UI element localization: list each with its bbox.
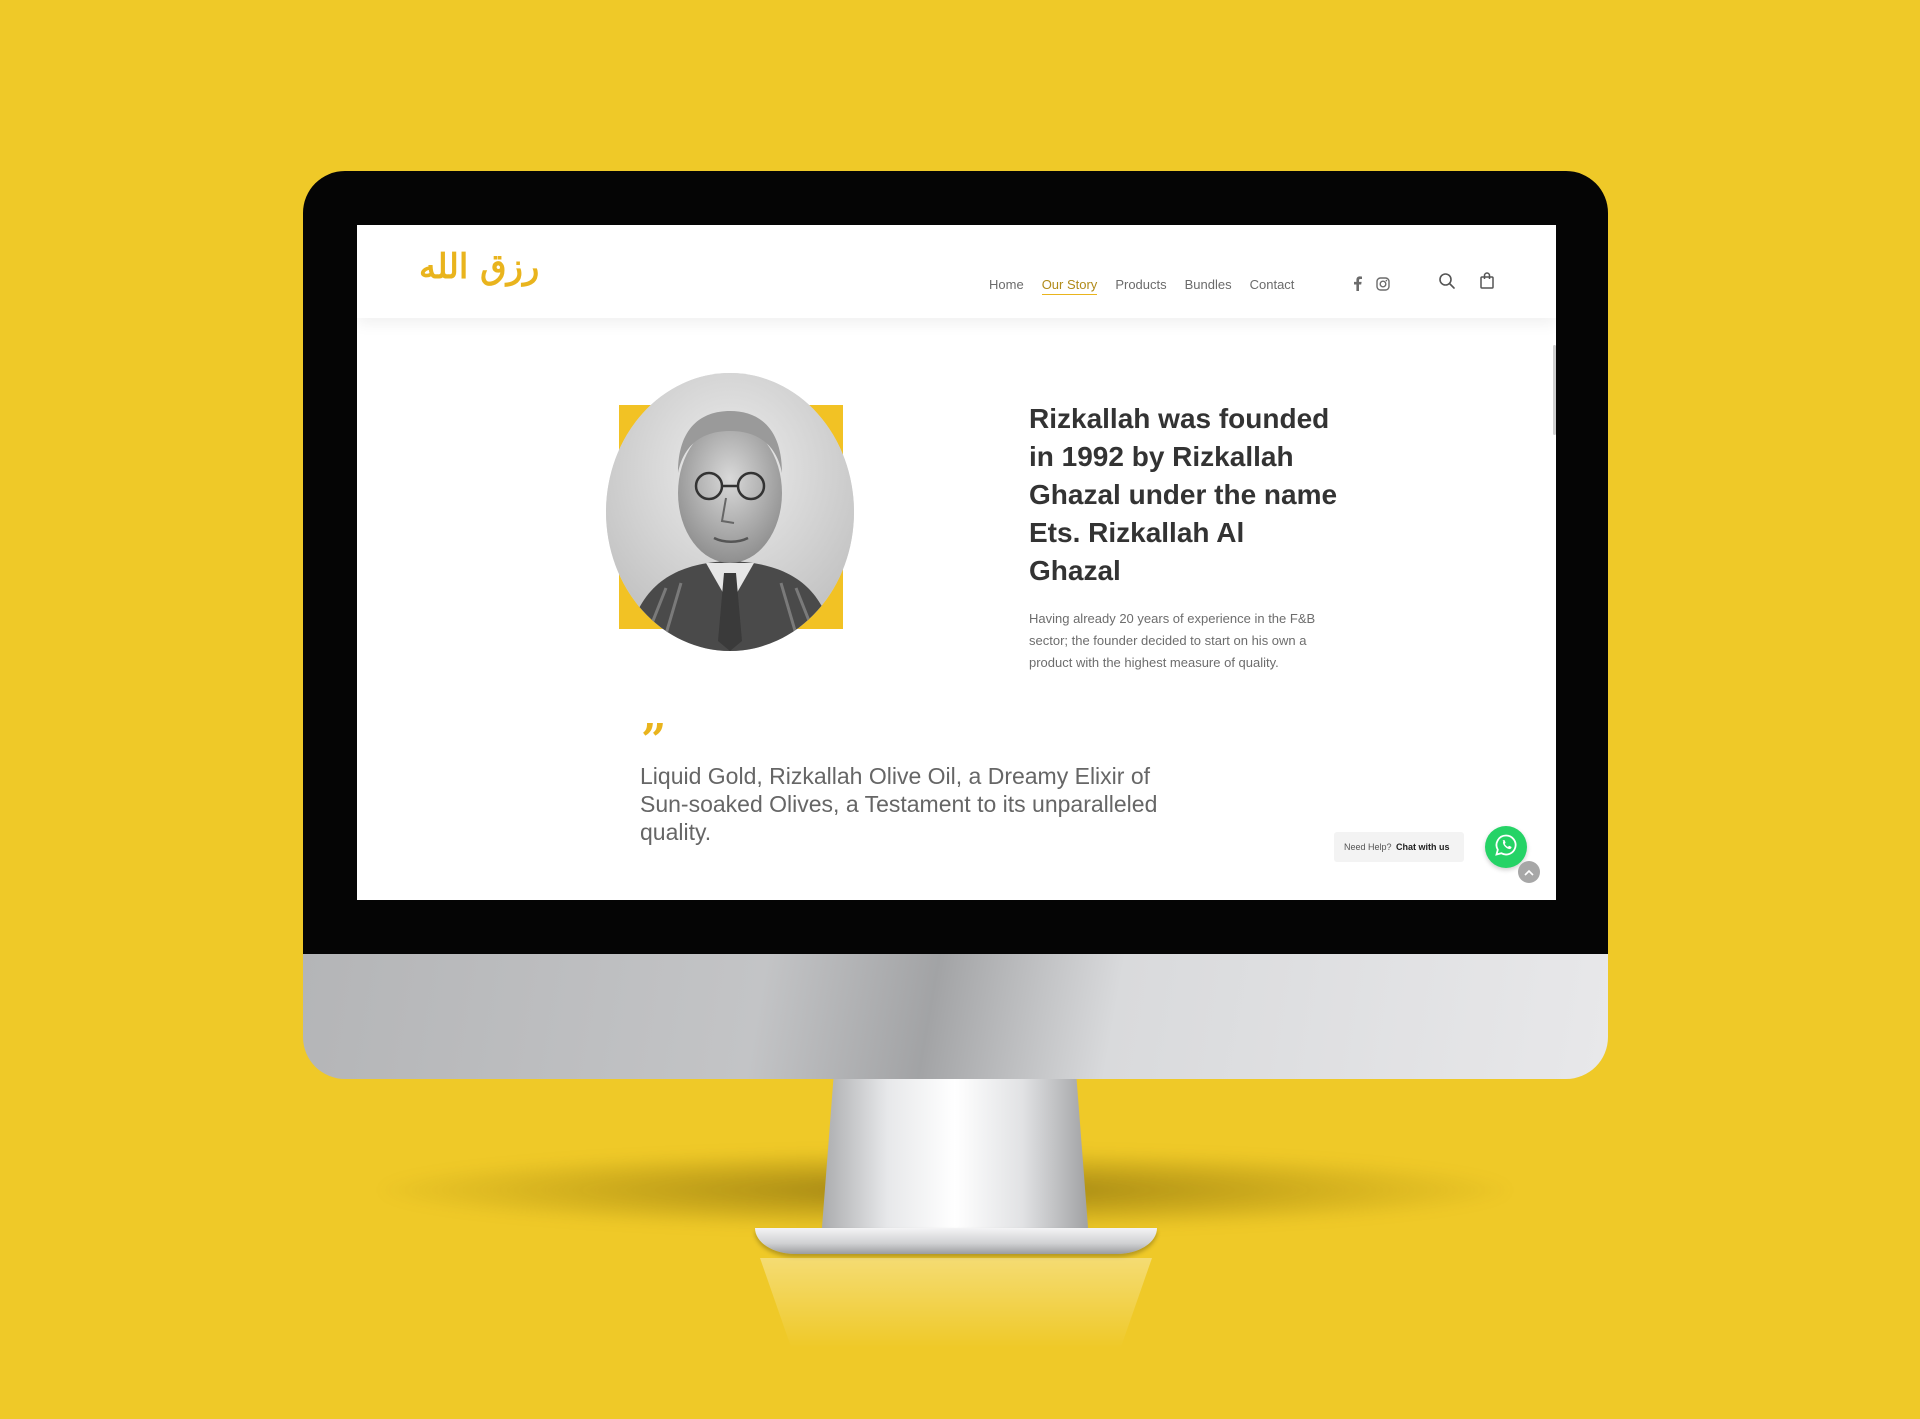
facebook-icon[interactable] bbox=[1353, 276, 1362, 296]
whatsapp-icon bbox=[1494, 833, 1518, 862]
brand-logo[interactable]: رزق الله bbox=[419, 247, 539, 287]
shopping-bag-icon[interactable] bbox=[1480, 272, 1494, 294]
website-screen: رزق الله Home Our Story Products Bundles… bbox=[357, 225, 1556, 900]
scroll-to-top-button[interactable] bbox=[1518, 861, 1540, 883]
monitor-stand bbox=[820, 1078, 1090, 1253]
page-scrollbar[interactable] bbox=[1553, 345, 1556, 435]
chat-action-text: Chat with us bbox=[1396, 842, 1450, 852]
chat-prompt-text: Need Help? bbox=[1344, 842, 1392, 852]
main-nav: Home Our Story Products Bundles Contact bbox=[989, 277, 1294, 295]
brand-quote: Liquid Gold, Rizkallah Olive Oil, a Drea… bbox=[640, 763, 1158, 845]
story-paragraph: Having already 20 years of experience in… bbox=[1029, 611, 1316, 670]
monitor-chin bbox=[303, 954, 1608, 1079]
nav-products[interactable]: Products bbox=[1115, 277, 1166, 295]
chat-prompt[interactable]: Need Help? Chat with us bbox=[1334, 832, 1464, 862]
whatsapp-button[interactable] bbox=[1485, 826, 1527, 868]
social-links bbox=[1353, 276, 1390, 296]
stand-reflection bbox=[760, 1258, 1152, 1348]
nav-contact[interactable]: Contact bbox=[1250, 277, 1295, 295]
nav-bundles[interactable]: Bundles bbox=[1185, 277, 1232, 295]
monitor-stand-foot bbox=[755, 1228, 1157, 1254]
story-heading: Rizkallah was founded in 1992 by Rizkall… bbox=[1029, 403, 1338, 586]
chevron-up-icon bbox=[1524, 863, 1534, 881]
search-icon[interactable] bbox=[1438, 272, 1456, 295]
instagram-icon[interactable] bbox=[1376, 276, 1390, 296]
nav-home[interactable]: Home bbox=[989, 277, 1024, 295]
nav-our-story[interactable]: Our Story bbox=[1041, 277, 1098, 295]
quote-mark-icon: ” bbox=[641, 715, 667, 766]
site-header: رزق الله Home Our Story Products Bundles… bbox=[357, 225, 1556, 318]
founder-portrait bbox=[606, 373, 854, 651]
